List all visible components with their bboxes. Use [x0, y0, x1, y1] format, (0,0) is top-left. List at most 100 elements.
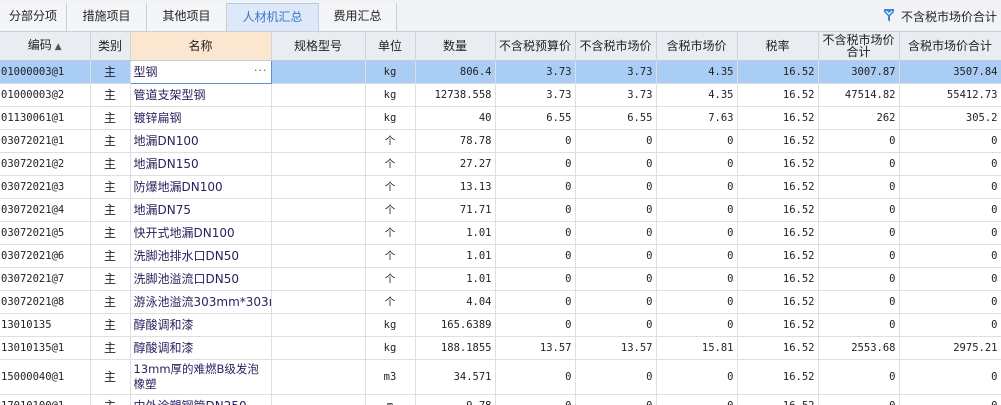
cell-code[interactable]: 13010135@1 [0, 336, 91, 360]
col-header-code[interactable]: 编码 ▲ [0, 32, 91, 61]
cell-code[interactable]: 03072021@6 [0, 244, 91, 268]
cell-tax-market-price[interactable]: 15.81 [656, 336, 738, 360]
cell-tax-market-total[interactable]: 3507.84 [899, 60, 1001, 84]
cell-spec[interactable] [271, 267, 366, 291]
cell-market-price[interactable]: 0 [575, 267, 657, 291]
cell-market-price[interactable]: 0 [575, 175, 657, 199]
cell-tax-market-price[interactable]: 0 [656, 244, 738, 268]
cell-market-total[interactable]: 0 [818, 359, 900, 395]
col-header-spec[interactable]: 规格型号 [271, 32, 366, 61]
cell-tax-rate[interactable]: 16.52 [737, 359, 819, 395]
cell-name[interactable]: 地漏DN75 [130, 198, 272, 222]
table-row[interactable]: 15000040@1 主 13mm厚的难燃B级发泡橡塑 m3 34.571 0 0 0 16.5… [0, 359, 1001, 395]
cell-tax-market-price[interactable]: 0 [656, 267, 738, 291]
cell-tax-market-total[interactable]: 0 [899, 221, 1001, 245]
cell-tax-rate[interactable]: 16.52 [737, 394, 819, 405]
table-row[interactable]: 13010135@1 主 醇酸调和漆 kg 188.1855 13.57 13.57 15.8… [0, 336, 1001, 360]
cell-code[interactable]: 01000003@1 [0, 60, 91, 84]
cell-unit[interactable]: 个 [365, 244, 416, 268]
tab-rencaiji-huizong[interactable]: 人材机汇总 [227, 3, 319, 31]
cell-market-price[interactable]: 0 [575, 129, 657, 153]
cell-spec[interactable] [271, 336, 366, 360]
table-row[interactable]: 01130061@1 主 镀锌扁钢 kg 40 6.55 6.55 7.63 16.52 262 3… [0, 106, 1001, 130]
cell-unit[interactable]: 个 [365, 221, 416, 245]
cell-qty[interactable]: 1.01 [415, 267, 496, 291]
cell-market-total[interactable]: 0 [818, 244, 900, 268]
table-row[interactable]: 01000003@1 主 型钢 ··· kg 806.4 3.73 3.73 4.35 16.52… [0, 59, 1001, 84]
cell-code[interactable]: 03072021@1 [0, 129, 91, 153]
cell-name[interactable]: 管道支架型钢 [130, 83, 272, 107]
cell-spec[interactable] [271, 313, 366, 337]
cell-name[interactable]: 镀锌扁钢 [130, 106, 272, 130]
cell-qty[interactable]: 9.78 [415, 394, 496, 405]
cell-type[interactable]: 主 [90, 106, 131, 130]
table-row[interactable]: 03072021@7 主 洗脚池溢流口DN50 个 1.01 0 0 0 16.52 0 0 [0, 267, 1001, 291]
cell-name[interactable]: 快开式地漏DN100 [130, 221, 272, 245]
cell-name[interactable]: 内外涂塑钢管DN250 [130, 394, 272, 405]
cell-budget-price[interactable]: 0 [495, 394, 576, 405]
cell-spec[interactable] [271, 394, 366, 405]
cell-market-total[interactable]: 0 [818, 394, 900, 405]
cell-market-price[interactable]: 3.73 [575, 60, 657, 84]
cell-type[interactable]: 主 [90, 244, 131, 268]
cell-budget-price[interactable]: 0 [495, 175, 576, 199]
cell-unit[interactable]: 个 [365, 290, 416, 314]
cell-tax-market-price[interactable]: 0 [656, 313, 738, 337]
tab-fenbu-fenxiang[interactable]: 分部分项 [0, 3, 67, 31]
cell-tax-rate[interactable]: 16.52 [737, 290, 819, 314]
cell-tax-rate[interactable]: 16.52 [737, 129, 819, 153]
col-header-tax-market-total[interactable]: 含税市场价合计 [899, 32, 1001, 61]
filter-area[interactable]: 不含税市场价合计 [883, 0, 997, 32]
cell-qty[interactable]: 12738.558 [415, 83, 496, 107]
cell-code[interactable]: 03072021@7 [0, 267, 91, 291]
col-header-name[interactable]: 名称 [130, 32, 272, 61]
cell-tax-market-price[interactable]: 0 [656, 129, 738, 153]
cell-type[interactable]: 主 [90, 198, 131, 222]
cell-type[interactable]: 主 [90, 83, 131, 107]
table-row[interactable]: 03072021@2 主 地漏DN150 个 27.27 0 0 0 16.52 0 0 [0, 152, 1001, 176]
cell-market-total[interactable]: 0 [818, 175, 900, 199]
cell-name[interactable]: 游泳池溢流303mm*303mm [130, 290, 272, 314]
cell-tax-market-total[interactable]: 55412.73 [899, 83, 1001, 107]
cell-name[interactable]: 地漏DN100 [130, 129, 272, 153]
cell-qty[interactable]: 27.27 [415, 152, 496, 176]
cell-market-total[interactable]: 0 [818, 221, 900, 245]
col-header-tax-market-price[interactable]: 含税市场价 [656, 32, 738, 61]
cell-budget-price[interactable]: 13.57 [495, 336, 576, 360]
cell-budget-price[interactable]: 0 [495, 313, 576, 337]
cell-budget-price[interactable]: 0 [495, 221, 576, 245]
cell-budget-price[interactable]: 0 [495, 359, 576, 395]
cell-tax-market-total[interactable]: 0 [899, 152, 1001, 176]
cell-qty[interactable]: 4.04 [415, 290, 496, 314]
cell-tax-rate[interactable]: 16.52 [737, 313, 819, 337]
cell-type[interactable]: 主 [90, 60, 131, 84]
cell-name[interactable]: 地漏DN150 [130, 152, 272, 176]
cell-qty[interactable]: 188.1855 [415, 336, 496, 360]
cell-unit[interactable]: kg [365, 60, 416, 84]
tab-cuoshi-xiangmu[interactable]: 措施项目 [67, 3, 147, 31]
cell-code[interactable]: 03072021@5 [0, 221, 91, 245]
cell-market-price[interactable]: 0 [575, 394, 657, 405]
cell-qty[interactable]: 1.01 [415, 244, 496, 268]
cell-budget-price[interactable]: 0 [495, 152, 576, 176]
col-header-budget-price[interactable]: 不含税预算价 [495, 32, 576, 61]
cell-code[interactable]: 15000040@1 [0, 359, 91, 395]
table-row[interactable]: 03072021@4 主 地漏DN75 个 71.71 0 0 0 16.52 0 0 [0, 198, 1001, 222]
table-row[interactable]: 01000003@2 主 管道支架型钢 kg 12738.558 3.73 3.73 4.35… [0, 83, 1001, 107]
cell-tax-market-price[interactable]: 0 [656, 394, 738, 405]
cell-market-price[interactable]: 3.73 [575, 83, 657, 107]
cell-unit[interactable]: kg [365, 313, 416, 337]
cell-type[interactable]: 主 [90, 267, 131, 291]
cell-type[interactable]: 主 [90, 336, 131, 360]
table-row[interactable]: 13010135 主 醇酸调和漆 kg 165.6389 0 0 0 16.52 0 0 [0, 313, 1001, 337]
cell-tax-rate[interactable]: 16.52 [737, 175, 819, 199]
cell-market-price[interactable]: 0 [575, 359, 657, 395]
cell-qty[interactable]: 1.01 [415, 221, 496, 245]
cell-tax-market-price[interactable]: 0 [656, 221, 738, 245]
filter-icon[interactable] [883, 8, 895, 24]
cell-tax-market-price[interactable]: 4.35 [656, 83, 738, 107]
cell-type[interactable]: 主 [90, 129, 131, 153]
cell-tax-rate[interactable]: 16.52 [737, 152, 819, 176]
cell-code[interactable]: 03072021@8 [0, 290, 91, 314]
cell-qty[interactable]: 13.13 [415, 175, 496, 199]
